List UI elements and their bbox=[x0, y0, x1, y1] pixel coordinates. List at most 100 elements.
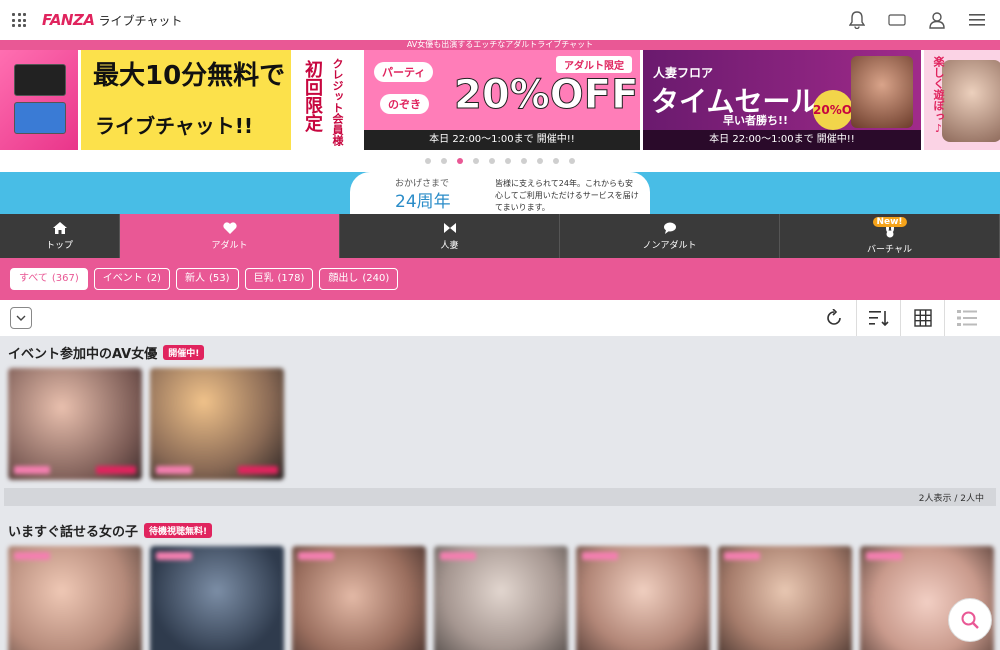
filter-label: すべて bbox=[19, 273, 48, 284]
performer-tag bbox=[156, 552, 192, 560]
filter-count: (53) bbox=[208, 273, 230, 284]
filter-count: (2) bbox=[146, 273, 161, 284]
banner-cards[interactable] bbox=[0, 50, 78, 150]
sort-icon[interactable] bbox=[856, 300, 900, 336]
header: FANZA ライブチャット bbox=[0, 0, 1000, 40]
carousel-dot[interactable] bbox=[457, 158, 463, 164]
fanza-logo[interactable]: FANZA bbox=[42, 11, 95, 29]
tab-adult[interactable]: アダルト bbox=[120, 214, 340, 258]
floating-search-button[interactable] bbox=[948, 598, 992, 642]
header-actions bbox=[846, 0, 988, 40]
banner-caption: AV女優も出演するエッチなアダルトライブチャット bbox=[0, 40, 1000, 50]
search-icon bbox=[961, 611, 979, 629]
banner-carousel[interactable]: 最大10分無料で ライブチャット!! 初回限定 クレジット会員様 アダルト限定 … bbox=[0, 50, 1000, 150]
performer-tag bbox=[724, 552, 760, 560]
section-title-available: いますぐ話せる女の子 待機視聴無料! bbox=[0, 514, 1000, 546]
banner-time: 本日 22:00～1:00まで 開催中!! bbox=[643, 130, 921, 150]
banner-free-side: 初回限定 クレジット会員様 bbox=[291, 50, 361, 150]
performer-tag bbox=[866, 552, 902, 560]
performer-card[interactable] bbox=[292, 546, 426, 650]
carousel-dot[interactable] bbox=[425, 158, 431, 164]
banner-portrait bbox=[851, 56, 913, 128]
chat-bubble-icon bbox=[663, 222, 676, 234]
filter-count: (367) bbox=[51, 273, 79, 284]
list-toolbar bbox=[0, 300, 1000, 336]
apps-grid-icon[interactable] bbox=[12, 13, 26, 27]
tab-label: トップ bbox=[45, 240, 73, 251]
performer-card[interactable] bbox=[150, 546, 284, 650]
tab-virtual[interactable]: New! バーチャル bbox=[780, 214, 1000, 258]
filter-event[interactable]: イベント (2) bbox=[93, 268, 170, 290]
section-heading: イベント参加中のAV女優 bbox=[8, 346, 158, 362]
carousel-dots bbox=[0, 150, 1000, 172]
user-icon[interactable] bbox=[926, 9, 948, 31]
carousel-dot[interactable] bbox=[441, 158, 447, 164]
anniversary-message: 皆様に支えられて24年。これからも安心してご利用いただけるサービスを届けてまいり… bbox=[495, 179, 639, 212]
performer-tag bbox=[440, 552, 476, 560]
filter-busty[interactable]: 巨乳 (178) bbox=[244, 268, 314, 290]
banner-free-chat[interactable]: 最大10分無料で ライブチャット!! 初回限定 クレジット会員様 bbox=[81, 50, 361, 150]
carousel-dot[interactable] bbox=[473, 158, 479, 164]
available-performer-list bbox=[0, 546, 1000, 650]
filter-all[interactable]: すべて (367) bbox=[10, 268, 88, 290]
carousel-dot[interactable] bbox=[489, 158, 495, 164]
free-preview-badge: 待機視聴無料! bbox=[144, 522, 213, 538]
menu-icon[interactable] bbox=[966, 9, 988, 31]
banner-time: 本日 22:00～1:00まで 開催中!! bbox=[364, 130, 640, 150]
filter-newcomer[interactable]: 新人 (53) bbox=[175, 268, 239, 290]
banner-time-sale[interactable]: 人妻フロア タイムセール 早い者勝ち!! 20%OFF 本日 22:00～1:0… bbox=[643, 50, 921, 150]
carousel-dot[interactable] bbox=[553, 158, 559, 164]
tab-top[interactable]: トップ bbox=[0, 214, 120, 258]
performer-card[interactable] bbox=[8, 368, 142, 480]
performer-status bbox=[96, 466, 136, 474]
performer-card[interactable] bbox=[718, 546, 852, 650]
filter-face-shown[interactable]: 顔出し (240) bbox=[319, 268, 399, 290]
performer-card[interactable] bbox=[8, 546, 142, 650]
performer-tag bbox=[156, 466, 192, 474]
event-performer-list bbox=[0, 368, 1000, 480]
status-badge: 開催中! bbox=[163, 344, 205, 360]
banner-party: パーティ bbox=[374, 62, 434, 82]
filter-label: イベント bbox=[102, 273, 143, 284]
filter-label: 顔出し bbox=[328, 273, 359, 284]
banner-partial-text: 楽しく遊ぼっ♪ bbox=[932, 56, 945, 135]
performer-card[interactable] bbox=[576, 546, 710, 650]
category-nav: トップ アダルト 人妻 ノンアダルト New! バーチャル bbox=[0, 214, 1000, 258]
list-view-icon[interactable] bbox=[944, 300, 988, 336]
new-badge: New! bbox=[872, 217, 907, 227]
chevron-down-icon[interactable] bbox=[10, 307, 32, 329]
performer-tag bbox=[14, 552, 50, 560]
grid-view-icon[interactable] bbox=[900, 300, 944, 336]
filter-count: (240) bbox=[362, 273, 390, 284]
view-tools bbox=[812, 300, 988, 336]
home-icon bbox=[52, 221, 67, 234]
performer-tag bbox=[298, 552, 334, 560]
tab-label: 人妻 bbox=[440, 240, 459, 251]
carousel-dot[interactable] bbox=[521, 158, 527, 164]
ribbon-icon bbox=[443, 222, 456, 233]
result-count: 2人表示 / 2人中 bbox=[4, 488, 996, 506]
banner-nozoki: のぞき bbox=[380, 94, 429, 114]
filter-label: 新人 bbox=[184, 273, 205, 284]
banner-discount: 20%OFF bbox=[453, 72, 639, 119]
tab-non-adult[interactable]: ノンアダルト bbox=[560, 214, 780, 258]
performer-card[interactable] bbox=[434, 546, 568, 650]
banner-first-time: 初回限定 bbox=[302, 60, 323, 132]
filter-label: 巨乳 bbox=[253, 273, 274, 284]
performer-card[interactable] bbox=[150, 368, 284, 480]
banner-20off[interactable]: アダルト限定 パーティ のぞき 20%OFF 本日 22:00～1:00まで 開… bbox=[364, 50, 640, 150]
refresh-icon[interactable] bbox=[812, 300, 856, 336]
tab-married[interactable]: 人妻 bbox=[340, 214, 560, 258]
filter-count: (178) bbox=[277, 273, 305, 284]
service-name[interactable]: ライブチャット bbox=[98, 12, 182, 29]
section-heading: いますぐ話せる女の子 bbox=[8, 524, 139, 540]
card-image bbox=[14, 102, 66, 134]
carousel-dot[interactable] bbox=[537, 158, 543, 164]
anniversary-banner[interactable]: おかげさまで 24周年 皆様に支えられて24年。これからも安心してご利用いただけ… bbox=[0, 172, 1000, 214]
carousel-dot[interactable] bbox=[569, 158, 575, 164]
carousel-dot[interactable] bbox=[505, 158, 511, 164]
banner-partial[interactable]: 楽しく遊ぼっ♪ bbox=[924, 50, 1000, 150]
bell-icon[interactable] bbox=[846, 9, 868, 31]
coupon-icon[interactable] bbox=[886, 9, 908, 31]
card-image bbox=[14, 64, 66, 96]
